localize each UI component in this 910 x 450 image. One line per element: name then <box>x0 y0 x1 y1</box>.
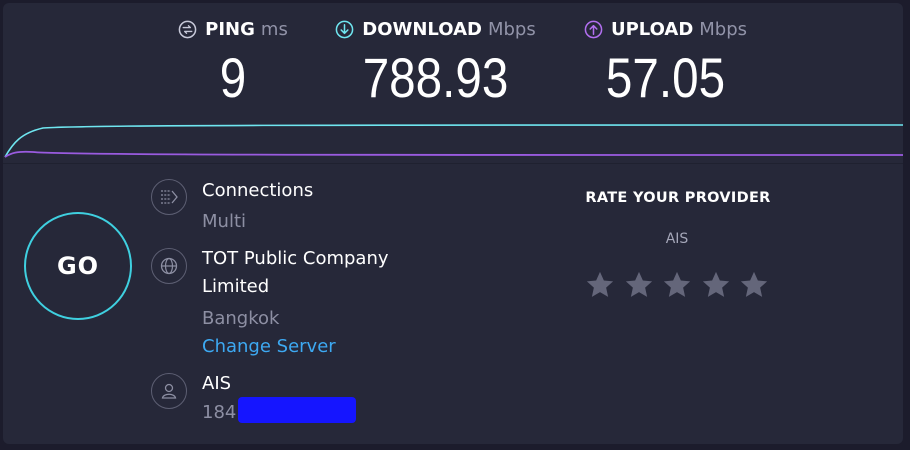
connections-mode[interactable]: Multi <box>202 208 246 236</box>
server-name-line1: TOT Public Company <box>202 248 389 269</box>
upload-arrow-icon <box>584 20 603 38</box>
change-server-link[interactable]: Change Server <box>202 333 336 361</box>
download-unit: Mbps <box>487 18 536 40</box>
download-arrow-icon <box>335 20 354 38</box>
upload-label: UPLOAD <box>610 18 694 40</box>
speedtest-panel: PING ms 9 DOWNLOAD Mbps 788.93 UPLOAD Mb… <box>3 3 903 444</box>
ping-icon <box>178 20 197 38</box>
star-icon[interactable] <box>739 270 769 300</box>
graph-divider <box>3 163 903 164</box>
upload-value: 57.05 <box>605 46 726 109</box>
redacted-ip-mark <box>238 397 356 423</box>
download-label: DOWNLOAD <box>362 18 482 40</box>
ping-header: PING ms <box>173 17 293 41</box>
download-metric: DOWNLOAD Mbps 788.93 <box>328 17 543 110</box>
rate-provider-name: AIS <box>665 231 689 247</box>
download-value: 788.93 <box>362 46 509 109</box>
isp-ip: 184. <box>202 402 243 423</box>
star-icon[interactable] <box>701 270 731 300</box>
upload-graph-line <box>4 150 903 158</box>
ping-unit: ms <box>260 18 288 40</box>
download-header: DOWNLOAD Mbps <box>328 17 543 41</box>
server-name-line2: Limited <box>202 276 270 297</box>
server-location: Bangkok <box>202 308 280 329</box>
star-icon[interactable] <box>585 270 615 300</box>
speed-graph <box>4 124 903 158</box>
upload-metric: UPLOAD Mbps 57.05 <box>578 17 753 110</box>
ping-label: PING <box>205 18 255 40</box>
upload-unit: Mbps <box>699 18 748 40</box>
rating-stars <box>585 270 778 300</box>
star-icon[interactable] <box>662 270 692 300</box>
connections-title: Connections <box>202 180 314 201</box>
upload-header: UPLOAD Mbps <box>578 17 753 41</box>
globe-icon <box>151 248 187 284</box>
isp-name: AIS <box>202 373 232 394</box>
rate-provider-title: RATE YOUR PROVIDER <box>585 190 771 206</box>
download-graph-line <box>4 124 903 158</box>
connections-icon <box>151 179 187 215</box>
go-button[interactable]: GO <box>24 212 132 320</box>
user-icon <box>151 373 187 409</box>
ping-value: 9 <box>219 46 247 109</box>
ping-metric: PING ms 9 <box>173 17 293 110</box>
star-icon[interactable] <box>624 270 654 300</box>
